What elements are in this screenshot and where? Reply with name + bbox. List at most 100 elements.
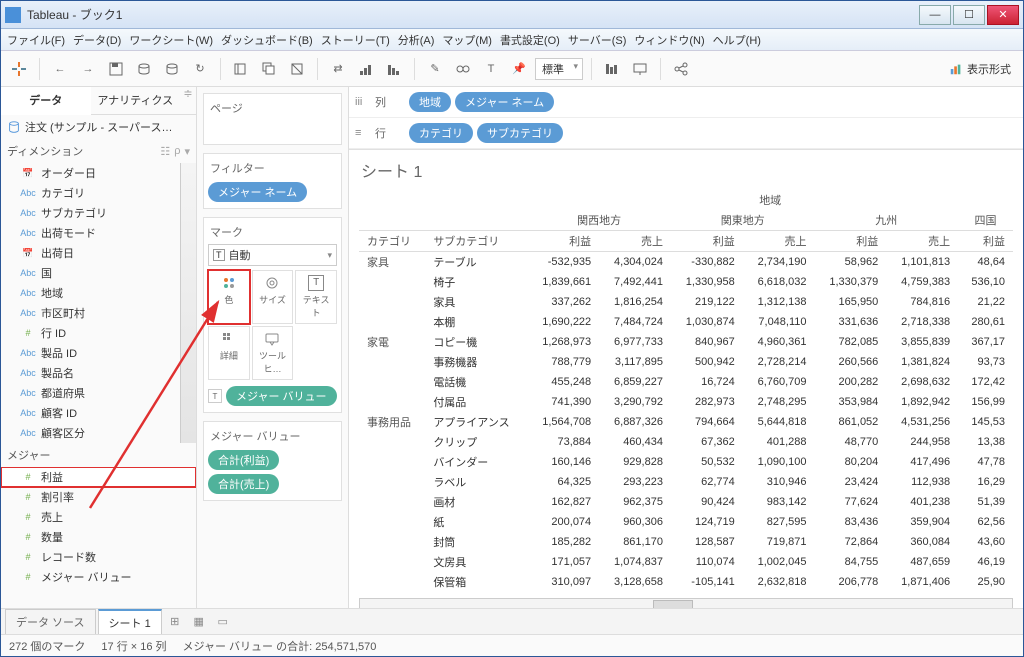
- row-pill-subcategory[interactable]: サブカテゴリ: [477, 123, 563, 143]
- menu-server[interactable]: サーバー(S): [568, 32, 627, 48]
- menu-icon[interactable]: ▾: [184, 145, 190, 158]
- row-pill-category[interactable]: カテゴリ: [409, 123, 473, 143]
- measure-field[interactable]: #数量: [1, 527, 196, 547]
- tab-menu-icon[interactable]: ≑: [180, 87, 196, 114]
- new-dashboard-button[interactable]: ▦: [188, 611, 210, 632]
- menu-worksheet[interactable]: ワークシート(W): [129, 32, 213, 48]
- table-row[interactable]: 本棚1,690,2227,484,7241,030,8747,048,11033…: [359, 312, 1013, 332]
- dimension-field[interactable]: Abcカテゴリ: [1, 183, 196, 203]
- menu-help[interactable]: ヘルプ(H): [713, 32, 761, 48]
- table-row[interactable]: 画材162,827962,37590,424983,14277,624401,2…: [359, 492, 1013, 512]
- pin-button[interactable]: 📌: [507, 57, 531, 81]
- table-row[interactable]: 付属品741,3903,290,792282,9732,748,295353,9…: [359, 392, 1013, 412]
- new-sheet-button[interactable]: ⊞: [164, 611, 186, 632]
- datasource-row[interactable]: 注文 (サンプル - スーパース…: [1, 115, 196, 139]
- tab-analytics[interactable]: アナリティクス: [91, 87, 181, 114]
- table-row[interactable]: 文房具171,0571,074,837110,0741,002,04584,75…: [359, 552, 1013, 572]
- measure-field[interactable]: #メジャー バリュー: [1, 567, 196, 587]
- menu-file[interactable]: ファイル(F): [7, 32, 65, 48]
- view-icon[interactable]: ☷: [160, 145, 170, 158]
- menu-map[interactable]: マップ(M): [442, 32, 492, 48]
- pages-shelf[interactable]: ページ: [203, 93, 342, 145]
- mark-color-button[interactable]: 色: [208, 270, 250, 324]
- close-button[interactable]: ✕: [987, 5, 1019, 25]
- mark-detail-button[interactable]: 詳細: [208, 326, 250, 380]
- menu-data[interactable]: データ(D): [73, 32, 121, 48]
- horizontal-scrollbar[interactable]: [359, 598, 1013, 608]
- dimension-field[interactable]: Abc製品 ID: [1, 343, 196, 363]
- mark-size-button[interactable]: サイズ: [252, 270, 294, 324]
- menu-dashboard[interactable]: ダッシュボード(B): [221, 32, 313, 48]
- table-row[interactable]: バインダー160,146929,82850,5321,090,10080,204…: [359, 452, 1013, 472]
- table-row[interactable]: 電話機455,2486,859,22716,7246,760,709200,28…: [359, 372, 1013, 392]
- measure-field[interactable]: #売上: [1, 507, 196, 527]
- columns-shelf[interactable]: iii 列 地域 メジャー ネーム: [349, 87, 1023, 118]
- table-row[interactable]: 家具337,2621,816,254219,1221,312,138165,95…: [359, 292, 1013, 312]
- scrollbar[interactable]: [180, 163, 196, 443]
- table-row[interactable]: 事務機器788,7793,117,895500,9422,728,214260,…: [359, 352, 1013, 372]
- rows-shelf[interactable]: ≡ 行 カテゴリ サブカテゴリ: [349, 118, 1023, 149]
- worksheet-view-button[interactable]: [600, 57, 624, 81]
- back-button[interactable]: ←: [48, 57, 72, 81]
- swap-button[interactable]: ⇄: [326, 57, 350, 81]
- col-pill-region[interactable]: 地域: [409, 92, 451, 112]
- table-row[interactable]: 家具テーブル-532,9354,304,024-330,8822,734,190…: [359, 252, 1013, 273]
- fit-selector[interactable]: 標準: [535, 58, 583, 80]
- menu-format[interactable]: 書式設定(O): [500, 32, 560, 48]
- table-row[interactable]: 紙200,074960,306124,719827,59583,436359,9…: [359, 512, 1013, 532]
- refresh-button[interactable]: ↻: [188, 57, 212, 81]
- mark-text-pill[interactable]: メジャー バリュー: [226, 386, 337, 406]
- dimension-field[interactable]: Abc出荷モード: [1, 223, 196, 243]
- pause-updates-button[interactable]: [160, 57, 184, 81]
- table-row[interactable]: 封筒185,282861,170128,587719,87172,864360,…: [359, 532, 1013, 552]
- dimension-field[interactable]: Abc国: [1, 263, 196, 283]
- save-button[interactable]: [104, 57, 128, 81]
- table-row[interactable]: 保管箱310,0973,128,658-105,1412,632,818206,…: [359, 572, 1013, 592]
- menu-story[interactable]: ストーリー(T): [321, 32, 390, 48]
- col-pill-measure-names[interactable]: メジャー ネーム: [455, 92, 554, 112]
- forward-button[interactable]: →: [76, 57, 100, 81]
- maximize-button[interactable]: ☐: [953, 5, 985, 25]
- dimension-field[interactable]: #行 ID: [1, 323, 196, 343]
- clear-button[interactable]: [285, 57, 309, 81]
- table-row[interactable]: ラベル64,325293,22362,774310,94623,424112,9…: [359, 472, 1013, 492]
- table-row[interactable]: 椅子1,839,6617,492,4411,330,9586,618,0321,…: [359, 272, 1013, 292]
- dimension-field[interactable]: Abcサブカテゴリ: [1, 203, 196, 223]
- duplicate-button[interactable]: [257, 57, 281, 81]
- dimension-field[interactable]: Abc製品名: [1, 363, 196, 383]
- tableau-logo-icon[interactable]: [7, 57, 31, 81]
- table-row[interactable]: クリップ73,884460,43467,362401,28848,770244,…: [359, 432, 1013, 452]
- presentation-button[interactable]: [628, 57, 652, 81]
- minimize-button[interactable]: —: [919, 5, 951, 25]
- measure-field[interactable]: #利益: [1, 467, 196, 487]
- dimension-field[interactable]: 📅出荷日: [1, 243, 196, 263]
- mv-pill-sales[interactable]: 合計(売上): [208, 474, 279, 494]
- filters-shelf[interactable]: フィルター メジャー ネーム: [203, 153, 342, 209]
- tab-datasource[interactable]: データ ソース: [5, 609, 96, 634]
- dimension-field[interactable]: 📅オーダー日: [1, 163, 196, 183]
- sort-asc-button[interactable]: [354, 57, 378, 81]
- dimension-field[interactable]: Abc市区町村: [1, 303, 196, 323]
- sheet-title[interactable]: シート 1: [349, 150, 1023, 190]
- share-button[interactable]: [669, 57, 693, 81]
- new-datasource-button[interactable]: [132, 57, 156, 81]
- tab-sheet1[interactable]: シート 1: [98, 609, 162, 635]
- group-button[interactable]: [451, 57, 475, 81]
- mark-text-button[interactable]: Tテキスト: [295, 270, 337, 324]
- mv-pill-profit[interactable]: 合計(利益): [208, 450, 279, 470]
- mark-tooltip-button[interactable]: ツールヒ…: [252, 326, 294, 380]
- menu-window[interactable]: ウィンドウ(N): [634, 32, 704, 48]
- measure-field[interactable]: #レコード数: [1, 547, 196, 567]
- menu-analysis[interactable]: 分析(A): [398, 32, 435, 48]
- dimension-field[interactable]: Abc都道府県: [1, 383, 196, 403]
- show-me-button[interactable]: 表示形式: [943, 61, 1017, 77]
- search-icon[interactable]: ρ: [174, 145, 180, 158]
- measure-values-shelf[interactable]: メジャー バリュー 合計(利益) 合計(売上): [203, 421, 342, 501]
- dimension-field[interactable]: Abc顧客 ID: [1, 403, 196, 423]
- tab-data[interactable]: データ: [1, 87, 91, 115]
- highlight-button[interactable]: ✎: [423, 57, 447, 81]
- new-story-button[interactable]: ▭: [212, 611, 234, 632]
- dimension-field[interactable]: Abc地域: [1, 283, 196, 303]
- table-row[interactable]: 家電コピー機1,268,9736,977,733840,9674,960,361…: [359, 332, 1013, 352]
- new-worksheet-button[interactable]: [229, 57, 253, 81]
